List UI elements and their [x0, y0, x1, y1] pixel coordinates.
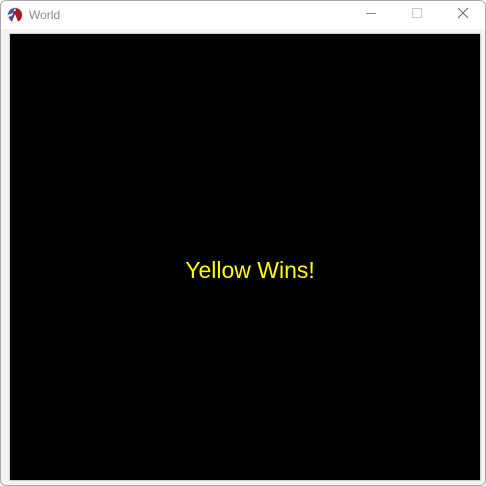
minimize-icon	[365, 6, 377, 24]
minimize-button[interactable]	[348, 1, 394, 29]
close-button[interactable]	[440, 1, 485, 29]
window-title: World	[29, 8, 61, 22]
game-canvas[interactable]: Yellow Wins!	[9, 33, 481, 481]
maximize-button[interactable]	[394, 1, 440, 29]
winner-message: Yellow Wins!	[185, 257, 315, 283]
app-window: World Yellow Wins!	[0, 0, 486, 486]
racket-logo-icon	[7, 7, 23, 23]
maximize-icon	[411, 6, 423, 24]
title-bar[interactable]: World	[1, 1, 485, 29]
close-icon	[457, 6, 469, 24]
